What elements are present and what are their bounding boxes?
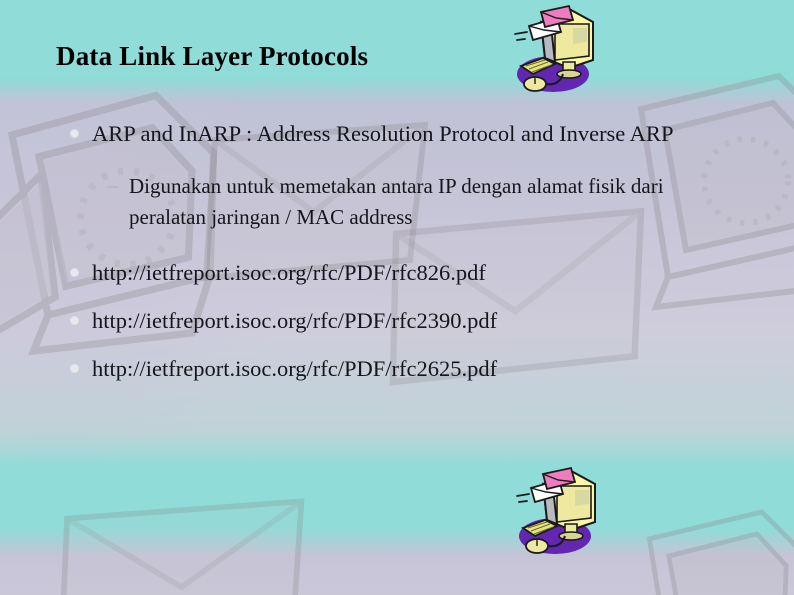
link-rfc826[interactable]: http://ietfreport.isoc.org/rfc/PDF/rfc82… xyxy=(92,257,732,288)
list-item[interactable]: http://ietfreport.isoc.org/rfc/PDF/rfc26… xyxy=(0,353,794,384)
round-bullet-icon xyxy=(71,130,78,137)
list-item: ARP and InARP : Address Resolution Proto… xyxy=(0,118,794,149)
round-bullet-icon xyxy=(71,269,78,276)
list-item-label: ARP and InARP : Address Resolution Proto… xyxy=(92,121,674,146)
round-bullet-icon xyxy=(71,317,78,324)
link-rfc2625[interactable]: http://ietfreport.isoc.org/rfc/PDF/rfc26… xyxy=(92,353,732,384)
list-item: Digunakan untuk memetakan antara IP deng… xyxy=(0,171,794,233)
list-item[interactable]: http://ietfreport.isoc.org/rfc/PDF/rfc82… xyxy=(0,257,794,288)
page-title: Data Link Layer Protocols xyxy=(56,41,369,71)
round-bullet-icon xyxy=(71,365,78,372)
list-item-label: Digunakan untuk memetakan antara IP deng… xyxy=(129,174,664,229)
link-rfc2390[interactable]: http://ietfreport.isoc.org/rfc/PDF/rfc23… xyxy=(92,305,732,336)
slide-body: ARP and InARP : Address Resolution Proto… xyxy=(0,118,794,384)
dash-bullet-icon xyxy=(107,186,118,188)
slide-canvas: Data Link Layer Protocols ARP and InARP … xyxy=(0,0,794,595)
list-item[interactable]: http://ietfreport.isoc.org/rfc/PDF/rfc23… xyxy=(0,305,794,336)
